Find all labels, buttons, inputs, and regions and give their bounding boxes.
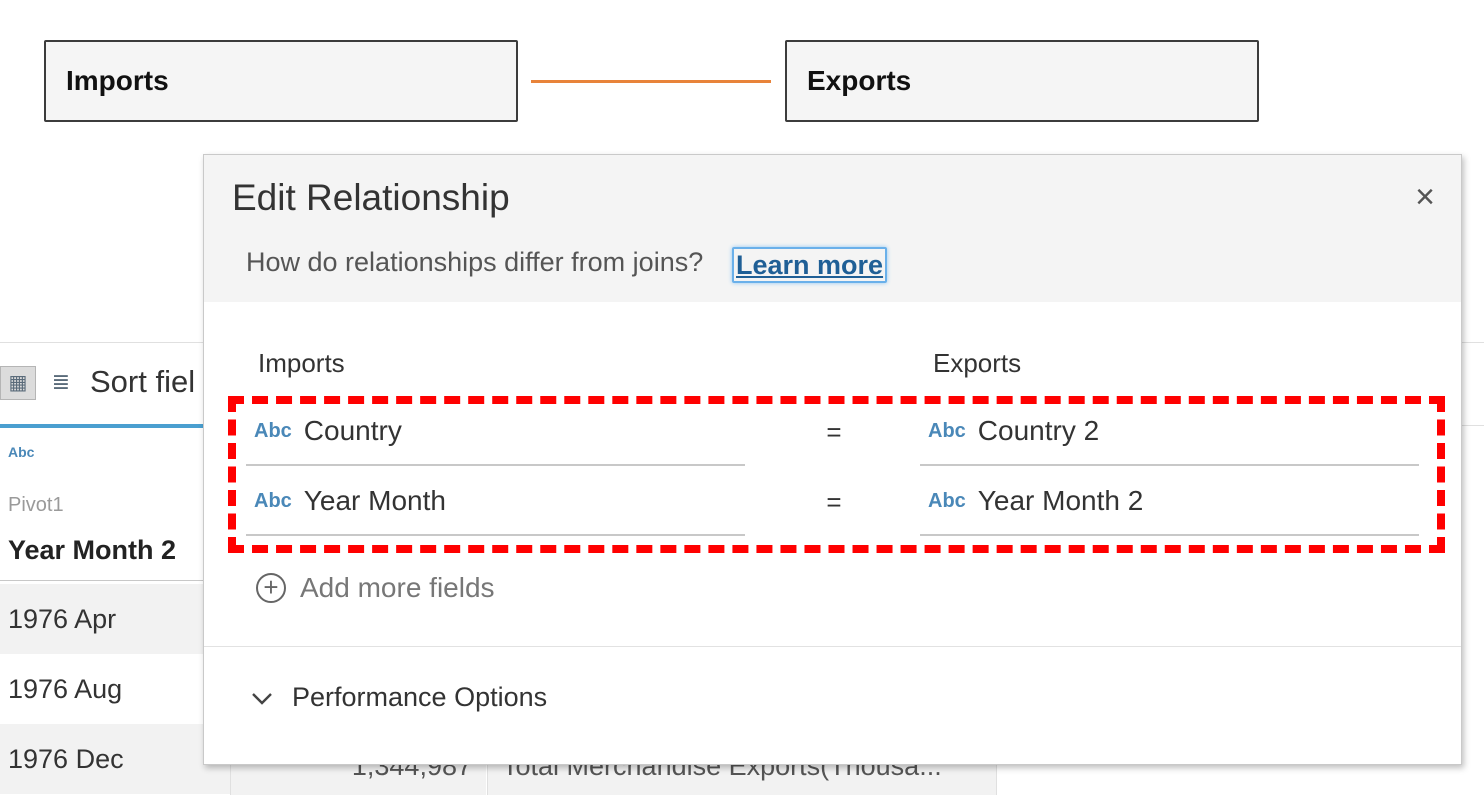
sort-fields-label[interactable]: Sort fiel — [90, 364, 195, 400]
column-header[interactable]: Year Month 2 — [8, 535, 176, 566]
relationship-noodle[interactable] — [531, 80, 771, 83]
add-more-label: Add more fields — [300, 572, 495, 603]
close-icon[interactable]: × — [1407, 179, 1443, 215]
add-more-fields-button[interactable]: + Add more fields — [256, 572, 495, 604]
performance-options-toggle[interactable]: Performance Options — [250, 682, 547, 713]
imports-table-label: Imports — [66, 65, 169, 96]
dialog-title: Edit Relationship — [232, 177, 510, 218]
chevron-down-icon — [252, 692, 272, 705]
table-row: 1976 Aug — [8, 673, 123, 704]
plus-circle-icon: + — [256, 573, 286, 603]
section-divider — [204, 646, 1461, 647]
table-row: 1976 Dec — [0, 724, 230, 794]
help-text: How do relationships differ from joins? — [246, 247, 704, 277]
header-divider — [0, 580, 230, 581]
left-table-header: Imports — [258, 348, 345, 378]
exports-table-card[interactable]: Exports — [785, 40, 1259, 122]
list-view-icon[interactable]: ≣ — [46, 366, 76, 400]
table-row: 1976 Apr — [0, 584, 230, 654]
right-table-header: Exports — [933, 348, 1022, 378]
performance-options-label: Performance Options — [292, 682, 548, 712]
column-type-icon[interactable]: Abc — [8, 444, 34, 460]
column-source-label: Pivot1 — [8, 494, 64, 516]
highlight-annotation-box — [228, 396, 1445, 553]
learn-more-link[interactable]: Learn more — [732, 247, 888, 283]
edit-relationship-dialog: Edit Relationship × How do relationships… — [203, 154, 1462, 765]
imports-table-card[interactable]: Imports — [44, 40, 518, 122]
exports-table-label: Exports — [807, 65, 912, 96]
active-tab-indicator — [0, 424, 230, 428]
grid-view-icon[interactable]: ▦ — [0, 366, 36, 400]
